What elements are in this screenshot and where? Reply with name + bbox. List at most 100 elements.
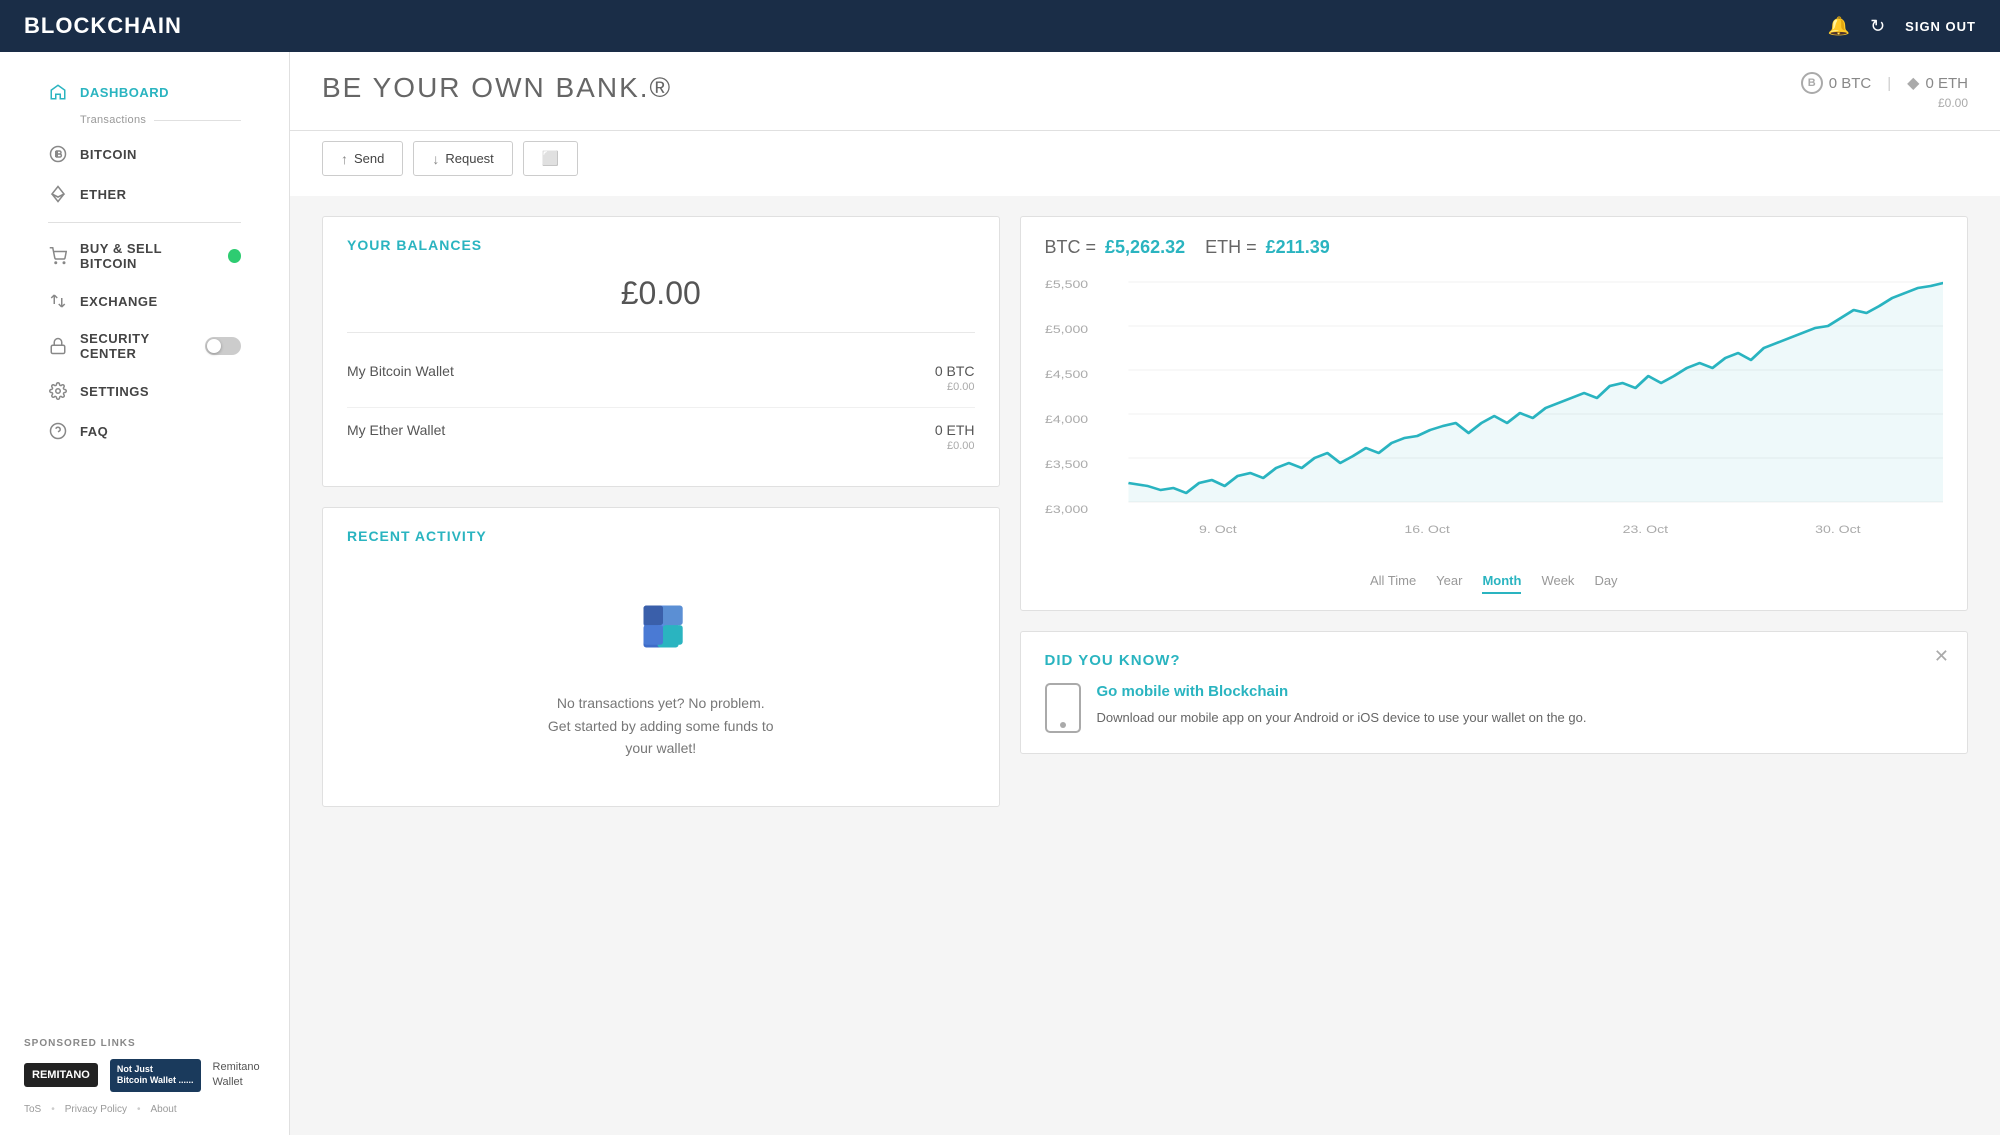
- faq-icon: [48, 421, 68, 441]
- sidebar-item-exchange[interactable]: EXCHANGE: [24, 281, 265, 321]
- dyk-content: Go mobile with Blockchain Download our m…: [1045, 683, 1944, 733]
- chart-tabs: All Time Year Month Week Day: [1021, 563, 1968, 610]
- phone-icon: [1045, 683, 1081, 733]
- tab-day[interactable]: Day: [1594, 573, 1617, 594]
- toggle-track: [205, 337, 241, 355]
- bitcoin-icon: [48, 144, 68, 164]
- svg-text:£5,500: £5,500: [1045, 278, 1088, 290]
- sidebar-label-settings: SETTINGS: [80, 384, 149, 399]
- sidebar-item-faq[interactable]: FAQ: [24, 411, 265, 451]
- sidebar-label-exchange: EXCHANGE: [80, 294, 158, 309]
- sidebar-item-ether[interactable]: ETHER: [24, 174, 265, 214]
- sidebar-label-bitcoin: BITCOIN: [80, 147, 137, 162]
- sponsor-remitano-logo[interactable]: REMITANO: [24, 1063, 98, 1087]
- signout-button[interactable]: SIGN OUT: [1905, 19, 1976, 34]
- about-link[interactable]: About: [151, 1104, 177, 1115]
- did-you-know-card: DID YOU KNOW? Go mobile with Blockchain …: [1020, 631, 1969, 754]
- balances-card-body: £0.00 My Bitcoin Wallet 0 BTC £0.00 My E…: [323, 265, 999, 486]
- bitcoin-wallet-name: My Bitcoin Wallet: [347, 363, 454, 379]
- activity-empty-text: No transactions yet? No problem. Get sta…: [548, 692, 774, 759]
- tab-year[interactable]: Year: [1436, 573, 1462, 594]
- ether-wallet-crypto: 0 ETH: [935, 422, 975, 438]
- copy-button[interactable]: ⬜: [523, 141, 578, 176]
- request-icon: ↓: [432, 151, 439, 167]
- close-icon[interactable]: ✕: [1934, 646, 1949, 667]
- exchange-icon: [48, 291, 68, 311]
- bitcoin-wallet-row: My Bitcoin Wallet 0 BTC £0.00: [347, 349, 975, 408]
- tab-month[interactable]: Month: [1482, 573, 1521, 594]
- sidebar-label-buy-sell: BUY & SELL BITCOIN: [80, 241, 216, 271]
- price-chart: £5,500 £5,000 £4,500 £4,000 £3,500 £3,00…: [1045, 268, 1944, 548]
- svg-text:£4,000: £4,000: [1045, 413, 1088, 425]
- security-toggle[interactable]: [205, 337, 241, 355]
- settings-icon: [48, 381, 68, 401]
- ether-wallet-row: My Ether Wallet 0 ETH £0.00: [347, 408, 975, 466]
- bitcoin-wallet-fiat: £0.00: [935, 381, 975, 393]
- chart-header: BTC = £5,262.32 ETH = £211.39: [1021, 217, 1968, 268]
- lock-icon: [48, 336, 68, 356]
- svg-text:£3,500: £3,500: [1045, 458, 1088, 470]
- eth-amount: 0 ETH: [1925, 75, 1968, 92]
- svg-text:£4,500: £4,500: [1045, 368, 1088, 380]
- chart-prices: BTC = £5,262.32 ETH = £211.39: [1045, 237, 1944, 258]
- tos-link[interactable]: ToS: [24, 1104, 41, 1115]
- ether-wallet-amounts: 0 ETH £0.00: [935, 422, 975, 452]
- sidebar-item-buy-sell[interactable]: BUY & SELL BITCOIN: [24, 231, 265, 281]
- sidebar-transactions-label: Transactions: [24, 112, 265, 134]
- sidebar-item-dashboard[interactable]: DASHBOARD: [24, 72, 265, 112]
- toggle-thumb: [207, 339, 221, 353]
- tagline-text: BE YOUR OWN BANK.®: [322, 72, 672, 104]
- sidebar-item-settings[interactable]: SETTINGS: [24, 371, 265, 411]
- header-balances: B 0 BTC | ◆ 0 ETH £0.00: [1801, 72, 1968, 110]
- bitcoin-wallet-crypto: 0 BTC: [935, 363, 975, 379]
- page-tagline: BE YOUR OWN BANK.®: [322, 72, 672, 104]
- sidebar-label-ether: ETHER: [80, 187, 127, 202]
- eth-price: ETH = £211.39: [1205, 237, 1330, 258]
- svg-text:23. Oct: 23. Oct: [1622, 523, 1668, 535]
- sponsor-logos: REMITANO Not Just Bitcoin Wallet ...... …: [24, 1059, 265, 1092]
- header-total-balance: £0.00: [1801, 96, 1968, 110]
- svg-text:£5,000: £5,000: [1045, 323, 1088, 335]
- btc-balance-item: B 0 BTC: [1801, 72, 1872, 94]
- btc-amount: 0 BTC: [1829, 75, 1872, 92]
- privacy-link[interactable]: Privacy Policy: [65, 1104, 127, 1115]
- activity-empty-state: No transactions yet? No problem. Get sta…: [323, 556, 999, 806]
- sidebar-divider-1: [48, 222, 241, 223]
- btc-price: BTC = £5,262.32: [1045, 237, 1186, 258]
- layout: DASHBOARD Transactions BITCOIN ETHER: [0, 52, 2000, 1135]
- top-nav: BLOCKCHAIN 🔔 ↻ SIGN OUT: [0, 0, 2000, 52]
- sidebar-bottom: SPONSORED LINKS REMITANO Not Just Bitcoi…: [0, 1018, 289, 1135]
- sidebar-item-security[interactable]: SECURITY CENTER: [24, 321, 265, 371]
- top-nav-actions: 🔔 ↻ SIGN OUT: [1828, 16, 1976, 37]
- sponsor-remitano-text: Remitano Wallet: [213, 1060, 260, 1091]
- balances-card-header: YOUR BALANCES: [323, 217, 999, 265]
- right-column: BTC = £5,262.32 ETH = £211.39: [1020, 216, 1969, 807]
- send-button[interactable]: ↑ Send: [322, 141, 403, 176]
- buy-sell-badge: [228, 249, 241, 263]
- sidebar: DASHBOARD Transactions BITCOIN ETHER: [0, 52, 290, 1135]
- main-content: BE YOUR OWN BANK.® B 0 BTC | ◆ 0 ETH £0.…: [290, 52, 2000, 1135]
- chart-card: BTC = £5,262.32 ETH = £211.39: [1020, 216, 1969, 611]
- dyk-link[interactable]: Go mobile with Blockchain: [1097, 683, 1587, 700]
- content-grid: YOUR BALANCES £0.00 My Bitcoin Wallet 0 …: [290, 196, 2000, 827]
- ether-icon: [48, 184, 68, 204]
- dyk-header: DID YOU KNOW?: [1045, 652, 1944, 669]
- btc-symbol-icon: B: [1801, 72, 1823, 94]
- balances-card: YOUR BALANCES £0.00 My Bitcoin Wallet 0 …: [322, 216, 1000, 487]
- ether-wallet-fiat: £0.00: [935, 440, 975, 452]
- refresh-icon[interactable]: ↻: [1870, 16, 1885, 37]
- left-column: YOUR BALANCES £0.00 My Bitcoin Wallet 0 …: [322, 216, 1000, 807]
- sponsor-bitcoin-wallet-logo[interactable]: Not Just Bitcoin Wallet ......: [110, 1059, 201, 1092]
- cart-icon: [48, 246, 68, 266]
- logo: BLOCKCHAIN: [24, 13, 182, 39]
- tab-week[interactable]: Week: [1541, 573, 1574, 594]
- dyk-text-content: Go mobile with Blockchain Download our m…: [1097, 683, 1587, 728]
- tab-all-time[interactable]: All Time: [1370, 573, 1416, 594]
- sidebar-item-bitcoin[interactable]: BITCOIN: [24, 134, 265, 174]
- notification-icon[interactable]: 🔔: [1828, 16, 1850, 37]
- request-button[interactable]: ↓ Request: [413, 141, 512, 176]
- svg-text:16. Oct: 16. Oct: [1404, 523, 1450, 535]
- send-icon: ↑: [341, 151, 348, 167]
- home-icon: [48, 82, 68, 102]
- blockchain-logo-icon: [626, 602, 696, 672]
